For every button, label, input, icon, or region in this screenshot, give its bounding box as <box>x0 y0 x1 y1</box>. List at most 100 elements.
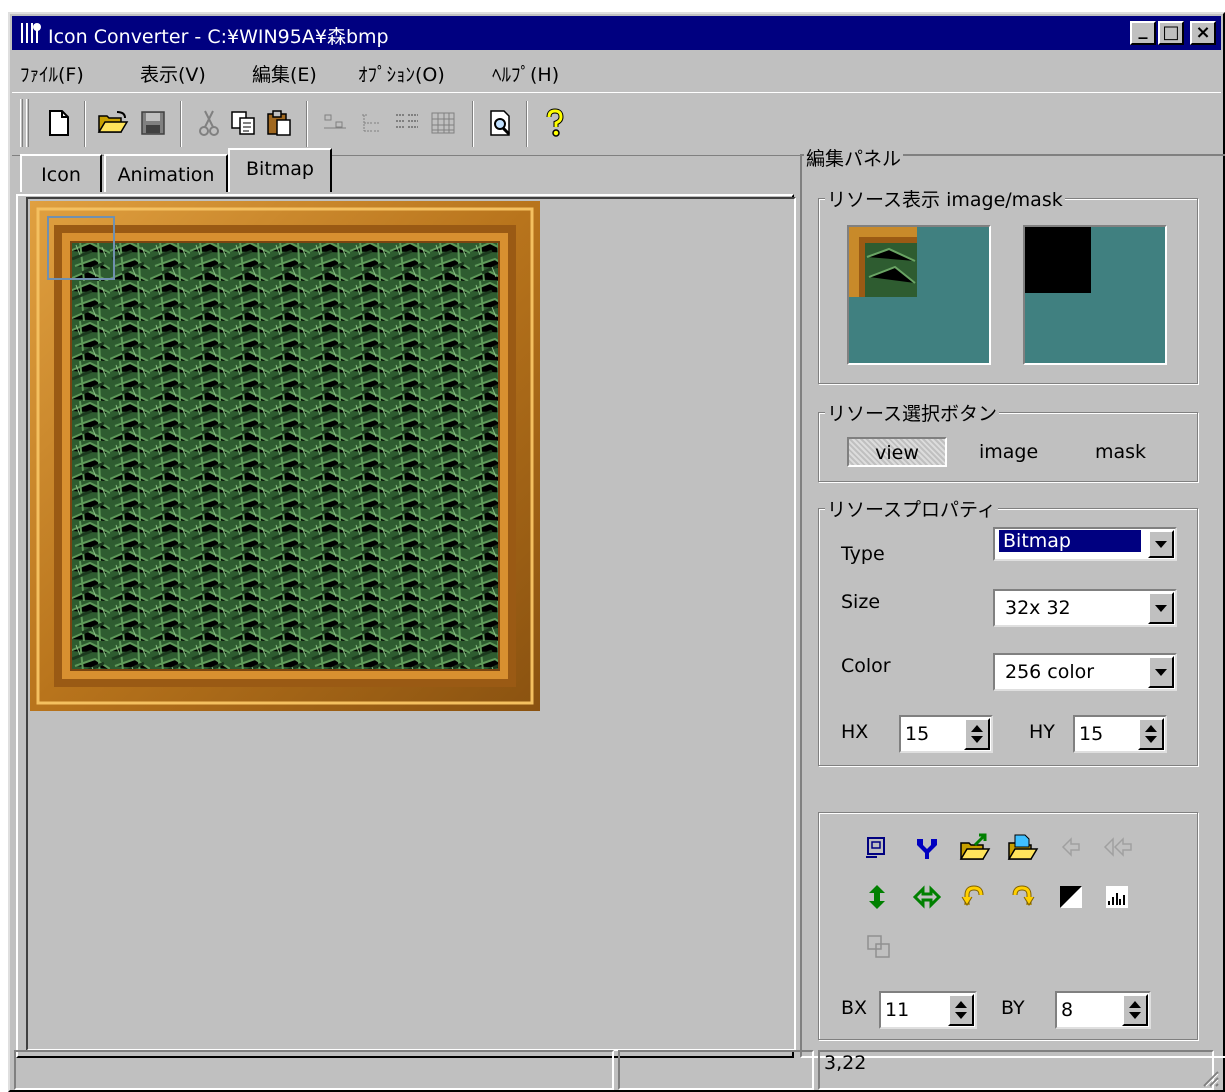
image-button[interactable]: image <box>979 441 1038 463</box>
rotate-left-icon <box>961 885 984 906</box>
hx-spin-button[interactable] <box>964 718 990 750</box>
new-file-icon <box>49 110 69 136</box>
tab-icon[interactable]: Icon <box>20 154 102 192</box>
hx-label: HX <box>841 721 869 743</box>
cut-button[interactable] <box>192 105 226 141</box>
bx-value: 11 <box>885 999 910 1021</box>
view-button[interactable]: view <box>847 437 947 467</box>
preview-icon <box>490 110 511 136</box>
toolbar-divider <box>84 101 86 147</box>
resource-buttons-group: リソース選択ボタン view image mask <box>818 399 1198 482</box>
export-image-button[interactable] <box>1007 833 1039 866</box>
grid-button[interactable] <box>426 105 460 141</box>
rotate-right-button[interactable] <box>1009 883 1035 914</box>
type-select[interactable]: Bitmap <box>993 527 1177 561</box>
preview-button[interactable] <box>484 105 518 141</box>
flip-vertical-button[interactable] <box>865 883 889 916</box>
bx-label: BX <box>841 997 868 1019</box>
bx-spin-button[interactable] <box>948 994 974 1026</box>
open-folder-icon <box>97 111 129 133</box>
size-dropdown-button[interactable] <box>1148 592 1174 624</box>
rotate-frame-icon <box>866 837 885 858</box>
tree-icon <box>362 114 380 132</box>
status-field-coords: 3,22 <box>818 1050 1214 1090</box>
status-field-main <box>14 1050 614 1090</box>
help-icon <box>546 108 564 137</box>
title-bar[interactable]: Icon Converter - C:¥WIN95A¥森bmp _ □ × <box>12 16 1221 50</box>
type-label: Type <box>841 543 885 565</box>
close-icon: × <box>1195 22 1211 43</box>
spin-arrows-icon <box>971 725 983 743</box>
align-button[interactable] <box>318 105 352 141</box>
arrow-left-icon <box>1061 837 1080 857</box>
cut-icon <box>199 110 219 136</box>
size-select[interactable]: 32x 32 <box>993 589 1177 627</box>
help-button[interactable] <box>538 105 572 141</box>
mask-thumbnail <box>1025 227 1091 293</box>
bitmap-canvas[interactable] <box>26 197 796 1051</box>
list-button[interactable] <box>390 105 424 141</box>
tools-group: BX 11 BY 8 <box>818 812 1198 1040</box>
paste-button[interactable] <box>262 105 296 141</box>
filter-icon <box>917 839 937 859</box>
color-value: 256 color <box>1005 661 1095 683</box>
type-dropdown-button[interactable] <box>1148 530 1174 558</box>
first-button[interactable] <box>1103 835 1133 864</box>
hx-spinner[interactable]: 15 <box>899 715 993 753</box>
copy-button[interactable] <box>226 105 260 141</box>
open-button[interactable] <box>96 105 130 141</box>
hy-spin-button[interactable] <box>1138 718 1164 750</box>
toolbar-grip-2[interactable] <box>26 99 29 147</box>
minimize-button[interactable]: _ <box>1130 21 1156 45</box>
menu-help[interactable]: ﾍﾙﾌﾟ(H) <box>492 60 559 87</box>
menu-options[interactable]: ｵﾌﾟｼｮﾝ(O) <box>358 60 445 87</box>
app-window: Icon Converter - C:¥WIN95A¥森bmp _ □ × ﾌｧ… <box>8 12 1225 1092</box>
rotate-frame-button[interactable] <box>863 833 891 866</box>
color-label: Color <box>841 655 891 677</box>
mask-preview[interactable] <box>1023 225 1167 365</box>
edit-panel: 編集パネル リソース表示 image/mask リソース選択ボタン view i… <box>800 144 1225 1058</box>
resource-properties-group: リソースプロパティ Type Bitmap Size 32x 32 Color … <box>818 495 1198 766</box>
invert-button[interactable] <box>1059 885 1083 914</box>
close-button[interactable]: × <box>1190 21 1216 45</box>
import-image-button[interactable] <box>959 833 991 866</box>
toolbar <box>12 92 1221 156</box>
by-label: BY <box>1001 997 1025 1019</box>
size-value: 32x 32 <box>1005 597 1071 619</box>
status-field-middle <box>618 1050 814 1090</box>
image-preview[interactable] <box>847 225 991 365</box>
overlay-button[interactable] <box>865 933 893 966</box>
maximize-icon: □ <box>1162 22 1180 43</box>
color-select[interactable]: 256 color <box>993 653 1177 691</box>
tab-bitmap[interactable]: Bitmap <box>228 148 332 192</box>
toolbar-grip[interactable] <box>20 99 23 147</box>
minimize-icon: _ <box>1138 19 1148 40</box>
save-button[interactable] <box>136 105 170 141</box>
arrow-double-left-icon <box>1103 837 1132 857</box>
toolbar-divider <box>306 101 308 147</box>
by-spin-button[interactable] <box>1122 994 1148 1026</box>
hy-spinner[interactable]: 15 <box>1073 715 1167 753</box>
tree-button[interactable] <box>354 105 388 141</box>
by-spinner[interactable]: 8 <box>1055 991 1151 1029</box>
menu-file[interactable]: ﾌｧｲﾙ(F) <box>20 60 84 87</box>
color-dropdown-button[interactable] <box>1148 656 1174 688</box>
overlay-icon <box>867 935 890 958</box>
flip-horizontal-button[interactable] <box>912 885 942 914</box>
prev-button[interactable] <box>1059 835 1083 864</box>
rotate-left-button[interactable] <box>961 883 987 914</box>
menu-view[interactable]: 表示(V) <box>140 60 206 87</box>
bx-spinner[interactable]: 11 <box>879 991 977 1029</box>
filter-button[interactable] <box>913 833 941 866</box>
hy-value: 15 <box>1079 723 1104 745</box>
app-icon <box>21 23 41 43</box>
resize-grip-icon[interactable] <box>1200 1068 1220 1088</box>
mask-button[interactable]: mask <box>1095 441 1146 463</box>
histogram-button[interactable] <box>1105 885 1129 914</box>
edit-panel-title: 編集パネル <box>804 144 904 171</box>
tab-animation[interactable]: Animation <box>104 154 228 192</box>
by-value: 8 <box>1061 999 1074 1021</box>
menu-edit[interactable]: 編集(E) <box>252 60 317 87</box>
new-button[interactable] <box>42 105 76 141</box>
maximize-button[interactable]: □ <box>1158 21 1184 45</box>
